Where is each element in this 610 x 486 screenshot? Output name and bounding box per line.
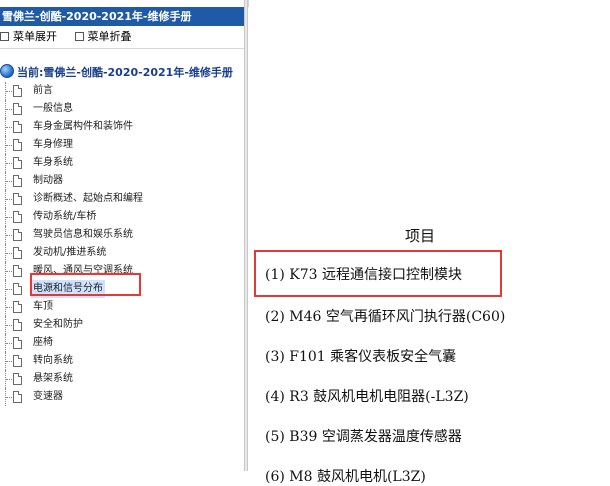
expand-menu-button[interactable]: 菜单展开 (0, 29, 57, 45)
content-pane: 项目 (1) K73 远程通信接口控制模块 (2) M46 空气再循环风门执行器(… (249, 0, 610, 485)
tree-connector-branch (6, 343, 12, 344)
document-icon (13, 211, 22, 223)
tree-item-label: 驾驶员信息和娱乐系统 (33, 229, 133, 240)
menu-divider (0, 48, 244, 49)
document-icon (13, 247, 22, 259)
tree-connector-branch (6, 325, 12, 326)
document-icon (13, 391, 22, 403)
document-icon (13, 355, 22, 367)
collapse-menu-button[interactable]: 菜单折叠 (74, 29, 132, 45)
navigation-pane: 雪佛兰-创酷-2020-2021年-维修手册 菜单展开 菜单折叠 当前:雪佛兰-… (0, 0, 244, 471)
tree-connector-branch (6, 199, 12, 200)
tree-item-label: 车顶 (33, 301, 53, 312)
tree-item[interactable]: 前言 (0, 82, 244, 100)
document-icon (13, 319, 22, 331)
tree-item-label: 制动器 (33, 175, 63, 186)
tree-item[interactable]: 转向系统 (0, 352, 244, 370)
content-list-item: (4) R3 鼓风机电机电阻器(-L3Z) (265, 389, 469, 405)
items-heading: 项目 (405, 227, 436, 245)
document-icon (13, 337, 22, 349)
tree-item[interactable]: 变速器 (0, 388, 244, 406)
pane-title: 雪佛兰-创酷-2020-2021年-维修手册 (0, 7, 244, 26)
tree-connector-branch (6, 397, 12, 398)
tree-item[interactable]: 悬架系统 (0, 370, 244, 388)
pane-splitter[interactable] (244, 0, 248, 471)
collapse-menu-label: 菜单折叠 (87, 30, 132, 43)
tree-item-label: 车身修理 (33, 139, 73, 150)
document-icon (13, 193, 22, 205)
content-list-item: (6) M8 鼓风机电机(L3Z) (265, 469, 426, 485)
tree-root[interactable]: 当前:雪佛兰-创酷-2020-2021年-维修手册 (0, 64, 233, 82)
tree-item-label: 诊断概述、起始点和编程 (33, 193, 143, 204)
document-icon (13, 157, 22, 169)
tree-item-label: 发动机/推进系统 (33, 247, 107, 258)
tree-item-label: 传动系统/车桥 (33, 211, 97, 222)
tree-connector-branch (6, 307, 12, 308)
tree-connector-branch (6, 163, 12, 164)
expand-menu-label: 菜单展开 (13, 30, 57, 43)
tree-item-label: 车身系统 (33, 157, 73, 168)
tree-item[interactable]: 一般信息 (0, 100, 244, 118)
tree-connector-branch (6, 361, 12, 362)
tree-item[interactable]: 车身系统 (0, 154, 244, 172)
item-highlight-box (254, 250, 502, 297)
tree-item[interactable]: 传动系统/车桥 (0, 208, 244, 226)
content-list-item: (2) M46 空气再循环风门执行器(C60) (265, 309, 506, 325)
tree-item-label: 车身金属构件和装饰件 (33, 121, 133, 132)
content-list-item: (3) F101 乘客仪表板安全气囊 (265, 349, 457, 365)
tree-item[interactable]: 制动器 (0, 172, 244, 190)
tree-item[interactable]: 驾驶员信息和娱乐系统 (0, 226, 244, 244)
tree-connector-branch (6, 289, 12, 290)
document-icon (13, 265, 22, 277)
document-icon (13, 139, 22, 151)
tree-connector-branch (6, 253, 12, 254)
tree-item[interactable]: 发动机/推进系统 (0, 244, 244, 262)
collapse-square-icon (74, 32, 84, 41)
tree-item-label: 变速器 (33, 391, 63, 402)
tree-connector-branch (6, 379, 12, 380)
tree-item[interactable]: 座椅 (0, 334, 244, 352)
content-list-item: (5) B39 空调蒸发器温度传感器 (265, 429, 462, 445)
tree-item[interactable]: 车顶 (0, 298, 244, 316)
tree-item[interactable]: 车身金属构件和装饰件 (0, 118, 244, 136)
tree-item[interactable]: 诊断概述、起始点和编程 (0, 190, 244, 208)
tree-connector-branch (6, 271, 12, 272)
tree-list: 前言一般信息车身金属构件和装饰件 车身修理车身系统制动器诊断概述、起始点和编程 传动… (0, 82, 244, 406)
tree-connector-branch (6, 127, 12, 128)
tree-item-label: 安全和防护 (33, 319, 83, 330)
selection-highlight-box (30, 273, 141, 296)
document-icon (13, 103, 22, 115)
document-icon (13, 175, 22, 187)
document-icon (13, 121, 22, 133)
tree-item[interactable]: 车身修理 (0, 136, 244, 154)
tree-item[interactable]: 安全和防护 (0, 316, 244, 334)
document-icon (13, 301, 22, 313)
tree-connector-branch (6, 217, 12, 218)
tree-item-label: 转向系统 (33, 355, 73, 366)
tree-item-label: 悬架系统 (33, 373, 73, 384)
globe-icon (0, 64, 14, 78)
expand-square-icon (0, 32, 9, 41)
tree-connector-branch (6, 235, 12, 236)
document-icon (13, 229, 22, 241)
document-icon (13, 373, 22, 385)
document-icon (13, 283, 22, 295)
tree-item-label: 一般信息 (33, 103, 73, 114)
document-icon (13, 85, 22, 97)
tree-root-label: 当前:雪佛兰-创酷-2020-2021年-维修手册 (17, 66, 233, 79)
menu-bar: 菜单展开 菜单折叠 (0, 29, 146, 45)
tree-connector-branch (6, 91, 12, 92)
tree-connector-branch (6, 145, 12, 146)
tree-item-label: 前言 (33, 85, 53, 96)
tree-item-label: 座椅 (33, 337, 53, 348)
tree-connector-branch (6, 181, 12, 182)
tree-connector-branch (6, 109, 12, 110)
